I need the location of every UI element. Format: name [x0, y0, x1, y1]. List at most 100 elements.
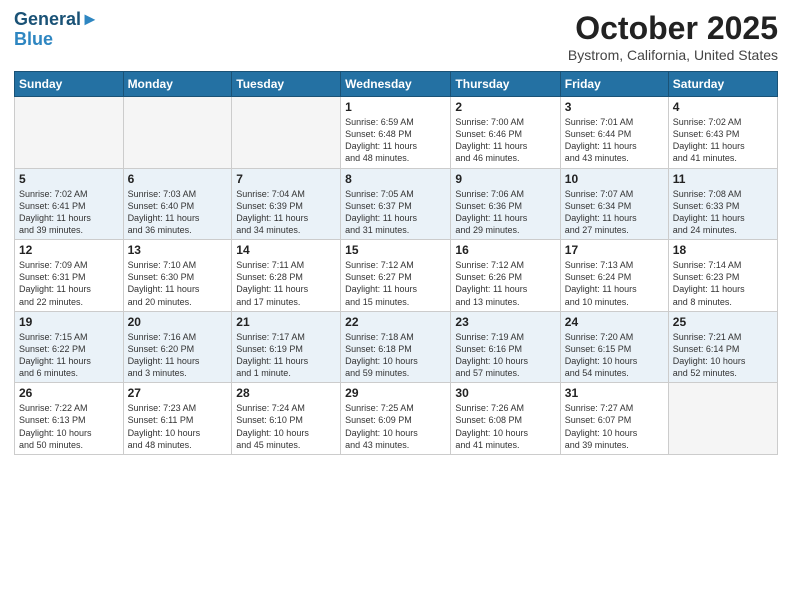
day-number: 15: [345, 243, 446, 257]
col-tuesday: Tuesday: [232, 72, 341, 97]
calendar-cell: 11 Sunrise: 7:08 AM Sunset: 6:33 PM Dayli…: [668, 168, 777, 240]
day-number: 27: [128, 386, 228, 400]
day-info: Sunrise: 7:00 AM Sunset: 6:46 PM Dayligh…: [455, 116, 555, 165]
day-info: Sunrise: 7:02 AM Sunset: 6:43 PM Dayligh…: [673, 116, 773, 165]
calendar-cell: 16 Sunrise: 7:12 AM Sunset: 6:26 PM Dayli…: [451, 240, 560, 312]
calendar-cell: [123, 97, 232, 169]
day-number: 29: [345, 386, 446, 400]
location: Bystrom, California, United States: [568, 47, 778, 63]
day-info: Sunrise: 7:19 AM Sunset: 6:16 PM Dayligh…: [455, 331, 555, 380]
col-sunday: Sunday: [15, 72, 124, 97]
day-info: Sunrise: 7:03 AM Sunset: 6:40 PM Dayligh…: [128, 188, 228, 237]
day-info: Sunrise: 7:08 AM Sunset: 6:33 PM Dayligh…: [673, 188, 773, 237]
day-number: 17: [565, 243, 664, 257]
day-number: 25: [673, 315, 773, 329]
day-info: Sunrise: 7:21 AM Sunset: 6:14 PM Dayligh…: [673, 331, 773, 380]
day-number: 6: [128, 172, 228, 186]
day-number: 11: [673, 172, 773, 186]
col-saturday: Saturday: [668, 72, 777, 97]
calendar-cell: 30 Sunrise: 7:26 AM Sunset: 6:08 PM Dayli…: [451, 383, 560, 455]
calendar-cell: 6 Sunrise: 7:03 AM Sunset: 6:40 PM Daylig…: [123, 168, 232, 240]
calendar-cell: 3 Sunrise: 7:01 AM Sunset: 6:44 PM Daylig…: [560, 97, 668, 169]
day-info: Sunrise: 7:17 AM Sunset: 6:19 PM Dayligh…: [236, 331, 336, 380]
day-info: Sunrise: 7:10 AM Sunset: 6:30 PM Dayligh…: [128, 259, 228, 308]
day-number: 28: [236, 386, 336, 400]
day-info: Sunrise: 7:26 AM Sunset: 6:08 PM Dayligh…: [455, 402, 555, 451]
col-wednesday: Wednesday: [341, 72, 451, 97]
calendar-cell: 12 Sunrise: 7:09 AM Sunset: 6:31 PM Dayli…: [15, 240, 124, 312]
calendar-cell: 10Sunrise: 7:07 AM Sunset: 6:34 PM Dayli…: [560, 168, 668, 240]
calendar-cell: 5Sunrise: 7:02 AM Sunset: 6:41 PM Daylig…: [15, 168, 124, 240]
day-number: 5: [19, 172, 119, 186]
col-friday: Friday: [560, 72, 668, 97]
calendar-cell: 29 Sunrise: 7:25 AM Sunset: 6:09 PM Dayli…: [341, 383, 451, 455]
day-number: 9: [455, 172, 555, 186]
calendar-cell: 23 Sunrise: 7:19 AM Sunset: 6:16 PM Dayli…: [451, 311, 560, 383]
calendar-week-row: 5Sunrise: 7:02 AM Sunset: 6:41 PM Daylig…: [15, 168, 778, 240]
day-number: 7: [236, 172, 336, 186]
calendar-cell: 20 Sunrise: 7:16 AM Sunset: 6:20 PM Dayli…: [123, 311, 232, 383]
day-info: Sunrise: 7:18 AM Sunset: 6:18 PM Dayligh…: [345, 331, 446, 380]
calendar-table: Sunday Monday Tuesday Wednesday Thursday…: [14, 71, 778, 455]
calendar-cell: [668, 383, 777, 455]
day-number: 2: [455, 100, 555, 114]
day-number: 20: [128, 315, 228, 329]
calendar-cell: 31Sunrise: 7:27 AM Sunset: 6:07 PM Dayli…: [560, 383, 668, 455]
calendar-cell: 14Sunrise: 7:11 AM Sunset: 6:28 PM Dayli…: [232, 240, 341, 312]
day-number: 23: [455, 315, 555, 329]
calendar-cell: 1Sunrise: 6:59 AM Sunset: 6:48 PM Daylig…: [341, 97, 451, 169]
day-number: 13: [128, 243, 228, 257]
day-info: Sunrise: 7:01 AM Sunset: 6:44 PM Dayligh…: [565, 116, 664, 165]
day-number: 8: [345, 172, 446, 186]
calendar-header-row: Sunday Monday Tuesday Wednesday Thursday…: [15, 72, 778, 97]
day-number: 30: [455, 386, 555, 400]
day-info: Sunrise: 7:04 AM Sunset: 6:39 PM Dayligh…: [236, 188, 336, 237]
day-number: 10: [565, 172, 664, 186]
calendar-cell: 24 Sunrise: 7:20 AM Sunset: 6:15 PM Dayli…: [560, 311, 668, 383]
calendar-cell: 21 Sunrise: 7:17 AM Sunset: 6:19 PM Dayli…: [232, 311, 341, 383]
day-info: Sunrise: 7:12 AM Sunset: 6:26 PM Dayligh…: [455, 259, 555, 308]
calendar-cell: 19Sunrise: 7:15 AM Sunset: 6:22 PM Dayli…: [15, 311, 124, 383]
calendar-week-row: 1Sunrise: 6:59 AM Sunset: 6:48 PM Daylig…: [15, 97, 778, 169]
day-info: Sunrise: 7:06 AM Sunset: 6:36 PM Dayligh…: [455, 188, 555, 237]
day-number: 12: [19, 243, 119, 257]
day-info: Sunrise: 7:23 AM Sunset: 6:11 PM Dayligh…: [128, 402, 228, 451]
day-info: Sunrise: 7:25 AM Sunset: 6:09 PM Dayligh…: [345, 402, 446, 451]
day-info: Sunrise: 7:15 AM Sunset: 6:22 PM Dayligh…: [19, 331, 119, 380]
day-info: Sunrise: 7:12 AM Sunset: 6:27 PM Dayligh…: [345, 259, 446, 308]
day-info: Sunrise: 7:27 AM Sunset: 6:07 PM Dayligh…: [565, 402, 664, 451]
day-number: 26: [19, 386, 119, 400]
day-number: 21: [236, 315, 336, 329]
calendar-cell: 22 Sunrise: 7:18 AM Sunset: 6:18 PM Dayli…: [341, 311, 451, 383]
calendar-cell: 17 Sunrise: 7:13 AM Sunset: 6:24 PM Dayli…: [560, 240, 668, 312]
calendar-cell: 28Sunrise: 7:24 AM Sunset: 6:10 PM Dayli…: [232, 383, 341, 455]
calendar-cell: 4Sunrise: 7:02 AM Sunset: 6:43 PM Daylig…: [668, 97, 777, 169]
day-number: 24: [565, 315, 664, 329]
calendar-cell: [232, 97, 341, 169]
title-block: October 2025 Bystrom, California, United…: [568, 10, 778, 63]
calendar-week-row: 26Sunrise: 7:22 AM Sunset: 6:13 PM Dayli…: [15, 383, 778, 455]
calendar-cell: 9 Sunrise: 7:06 AM Sunset: 6:36 PM Daylig…: [451, 168, 560, 240]
calendar-cell: 26Sunrise: 7:22 AM Sunset: 6:13 PM Dayli…: [15, 383, 124, 455]
day-number: 3: [565, 100, 664, 114]
day-number: 22: [345, 315, 446, 329]
calendar-cell: [15, 97, 124, 169]
day-info: Sunrise: 6:59 AM Sunset: 6:48 PM Dayligh…: [345, 116, 446, 165]
day-number: 16: [455, 243, 555, 257]
day-info: Sunrise: 7:20 AM Sunset: 6:15 PM Dayligh…: [565, 331, 664, 380]
day-info: Sunrise: 7:16 AM Sunset: 6:20 PM Dayligh…: [128, 331, 228, 380]
calendar-week-row: 12 Sunrise: 7:09 AM Sunset: 6:31 PM Dayli…: [15, 240, 778, 312]
calendar-cell: 2 Sunrise: 7:00 AM Sunset: 6:46 PM Daylig…: [451, 97, 560, 169]
calendar-week-row: 19Sunrise: 7:15 AM Sunset: 6:22 PM Dayli…: [15, 311, 778, 383]
calendar-cell: 15 Sunrise: 7:12 AM Sunset: 6:27 PM Dayli…: [341, 240, 451, 312]
calendar-cell: 18Sunrise: 7:14 AM Sunset: 6:23 PM Dayli…: [668, 240, 777, 312]
calendar-cell: 27 Sunrise: 7:23 AM Sunset: 6:11 PM Dayli…: [123, 383, 232, 455]
col-thursday: Thursday: [451, 72, 560, 97]
calendar-cell: 8Sunrise: 7:05 AM Sunset: 6:37 PM Daylig…: [341, 168, 451, 240]
calendar-cell: 25 Sunrise: 7:21 AM Sunset: 6:14 PM Dayli…: [668, 311, 777, 383]
calendar-cell: 7 Sunrise: 7:04 AM Sunset: 6:39 PM Daylig…: [232, 168, 341, 240]
day-info: Sunrise: 7:09 AM Sunset: 6:31 PM Dayligh…: [19, 259, 119, 308]
calendar-cell: 13 Sunrise: 7:10 AM Sunset: 6:30 PM Dayli…: [123, 240, 232, 312]
day-number: 14: [236, 243, 336, 257]
day-info: Sunrise: 7:13 AM Sunset: 6:24 PM Dayligh…: [565, 259, 664, 308]
